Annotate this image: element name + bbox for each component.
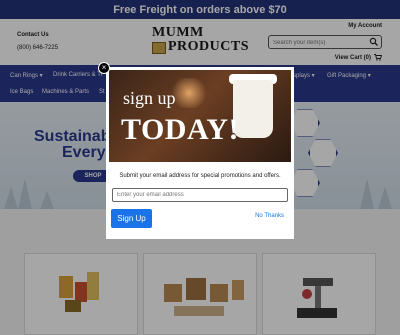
modal-title-line2: TODAY! (121, 113, 240, 146)
modal-hero-image: sign up TODAY! (109, 70, 291, 162)
modal-description: Submit your email address for special pr… (119, 173, 281, 179)
signup-modal: sign up TODAY! Submit your email address… (106, 67, 294, 239)
close-icon[interactable]: × (98, 62, 110, 74)
sign-up-button[interactable]: Sign Up (111, 209, 152, 228)
no-thanks-link[interactable]: No Thanks (255, 213, 284, 219)
email-field[interactable] (112, 188, 288, 202)
modal-title-line1: sign up (123, 88, 176, 108)
